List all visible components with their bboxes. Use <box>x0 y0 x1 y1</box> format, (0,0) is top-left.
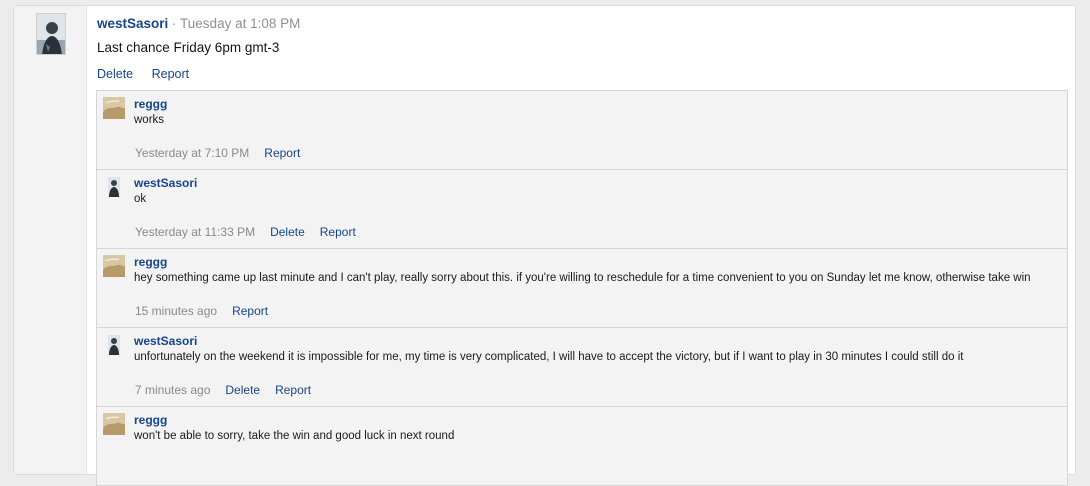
comment-report-link[interactable]: Report <box>232 304 268 318</box>
westsasori-avatar[interactable] <box>103 334 125 356</box>
comment-timestamp[interactable]: 7 minutes ago <box>135 383 210 397</box>
comment-item: reggg won't be able to sorry, take the w… <box>97 407 1067 486</box>
post-delete-link[interactable]: Delete <box>97 67 133 81</box>
comment-text: works <box>134 114 165 126</box>
post-header: westSasori · Tuesday at 1:08 PM <box>97 16 300 31</box>
comment-list: reggg works Yesterday at 7:10 PM Report w… <box>96 90 1068 486</box>
user-avatar-icon <box>37 14 65 54</box>
post-message: Last chance Friday 6pm gmt-3 <box>97 40 280 55</box>
reggg-avatar[interactable] <box>103 255 125 277</box>
comment-author-link[interactable]: westSasori <box>134 176 197 190</box>
post-separator: · <box>171 16 177 31</box>
comment-timestamp[interactable]: Yesterday at 11:33 PM <box>135 225 255 239</box>
comment-text: unfortunately on the weekend it is impos… <box>134 351 964 363</box>
comment-meta: Yesterday at 7:10 PM Report <box>135 146 315 160</box>
comment-item: reggg hey something came up last minute … <box>97 249 1067 328</box>
comment-delete-link[interactable]: Delete <box>225 383 260 397</box>
post-actions: Delete Report <box>97 67 204 81</box>
post-sidebar <box>14 6 87 474</box>
comment-timestamp[interactable]: 15 minutes ago <box>135 304 217 318</box>
comment-author-link[interactable]: westSasori <box>134 334 197 348</box>
comment-author-link[interactable]: reggg <box>134 413 167 427</box>
post-author-link[interactable]: westSasori <box>97 16 168 31</box>
comment-item: westSasori ok Yesterday at 11:33 PM Delet… <box>97 170 1067 249</box>
user-avatar-icon <box>103 413 125 435</box>
user-avatar-icon <box>103 176 125 198</box>
comment-meta: 15 minutes ago Report <box>135 304 283 318</box>
comment-author-link[interactable]: reggg <box>134 97 167 111</box>
comment-text: won't be able to sorry, take the win and… <box>134 430 455 442</box>
comment-item: westSasori unfortunately on the weekend … <box>97 328 1067 407</box>
comment-author-link[interactable]: reggg <box>134 255 167 269</box>
comment-item: reggg works Yesterday at 7:10 PM Report <box>97 91 1067 170</box>
reggg-avatar[interactable] <box>103 97 125 119</box>
comment-text: hey something came up last minute and I … <box>134 272 1031 284</box>
westsasori-avatar[interactable] <box>103 176 125 198</box>
comment-meta: Yesterday at 11:33 PM Delete Report <box>135 225 371 239</box>
comment-delete-link[interactable]: Delete <box>270 225 305 239</box>
post-timestamp[interactable]: Tuesday at 1:08 PM <box>180 16 300 31</box>
comment-meta: 7 minutes ago Delete Report <box>135 383 326 397</box>
comment-timestamp[interactable]: Yesterday at 7:10 PM <box>135 146 249 160</box>
comment-report-link[interactable]: Report <box>320 225 356 239</box>
user-avatar-icon <box>103 97 125 119</box>
comment-report-link[interactable]: Report <box>264 146 300 160</box>
profile-post: westSasori · Tuesday at 1:08 PM Last cha… <box>13 5 1076 486</box>
post-report-link[interactable]: Report <box>152 67 190 81</box>
reggg-avatar[interactable] <box>103 413 125 435</box>
comment-text: ok <box>134 193 147 205</box>
westsasori-avatar[interactable] <box>36 13 66 55</box>
user-avatar-icon <box>103 334 125 356</box>
user-avatar-icon <box>103 255 125 277</box>
comment-report-link[interactable]: Report <box>275 383 311 397</box>
